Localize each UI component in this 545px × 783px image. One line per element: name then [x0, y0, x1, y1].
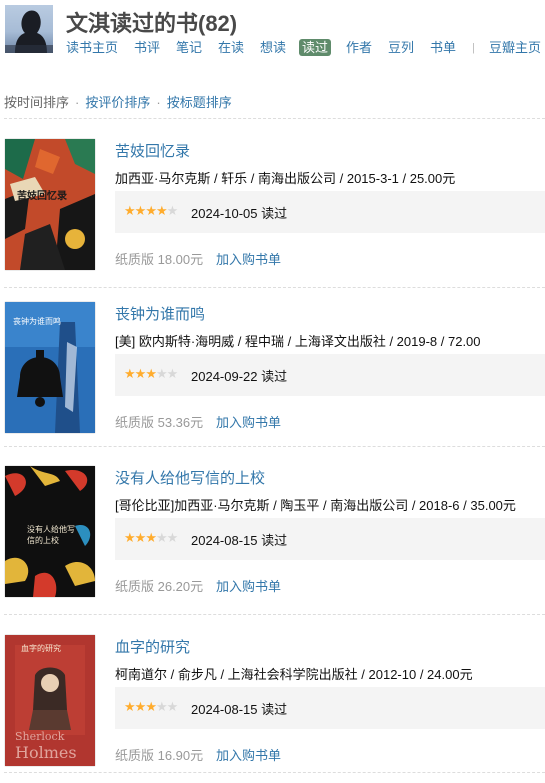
nav-item-home[interactable]: 读书主页 [66, 39, 118, 57]
sort-dot: · [156, 95, 161, 110]
paper-price: 纸质版 16.90元 [115, 748, 204, 763]
nav-item-booklists[interactable]: 书单 [430, 39, 456, 57]
add-to-booklist-link[interactable]: 加入购书单 [216, 249, 281, 268]
nav-item-notes[interactable]: 笔记 [176, 39, 202, 57]
nav-separator: | [472, 42, 475, 54]
book-title-link[interactable]: 血字的研究 [115, 636, 190, 657]
star-icon: ★ [134, 530, 147, 545]
star-rating: ★★★★★ [124, 698, 179, 716]
add-to-booklist-link[interactable]: 加入购书单 [216, 412, 281, 431]
nav-item-authors[interactable]: 作者 [346, 39, 372, 57]
sort-dot: · [75, 95, 80, 110]
page-header: 文淇读过的书(82) 读书主页 书评 笔记 在读 想读 读过 作者 豆列 书单 … [4, 4, 541, 64]
star-rating: ★★★★★ [124, 529, 179, 547]
book-title-link[interactable]: 苦妓回忆录 [115, 140, 190, 161]
star-icon: ★ [155, 366, 168, 381]
cover-sherlock-text: Sherlock [15, 730, 65, 743]
add-to-booklist-link[interactable]: 加入购书单 [216, 576, 281, 595]
star-icon: ★ [166, 203, 179, 218]
book-title-link[interactable]: 丧钟为谁而鸣 [115, 303, 205, 324]
star-icon: ★ [145, 366, 157, 381]
star-rating: ★★★★★ [124, 202, 179, 220]
sort-by-title-link[interactable]: 按标题排序 [167, 95, 232, 110]
star-icon: ★ [155, 203, 168, 218]
divider [4, 772, 545, 773]
rating-box: ★★★★★ 2024-08-15 读过 [115, 518, 545, 560]
cover-title-text: 苦妓回忆录 [17, 191, 67, 202]
rating-box: ★★★★★ 2024-08-15 读过 [115, 687, 545, 729]
cover-title-text: 丧钟为谁而鸣 [13, 317, 61, 326]
book-cover[interactable]: 没有人给他写信的上校 [5, 466, 95, 597]
book-title-link[interactable]: 没有人给他写信的上校 [115, 467, 265, 488]
nav-item-doulists[interactable]: 豆列 [388, 39, 414, 57]
read-date: 2024-08-15 读过 [191, 702, 288, 717]
cover-title-text: 血字的研究 [21, 644, 61, 653]
sort-bar: 按时间排序 · 按评价排序 · 按标题排序 [4, 92, 232, 111]
star-icon: ★ [145, 203, 157, 218]
star-icon: ★ [124, 366, 136, 381]
cover-title-text: 没有人给他写信的上校 [27, 525, 75, 545]
read-date: 2024-09-22 读过 [191, 369, 288, 384]
book-pub-info: [美] 欧内斯特·海明威 / 程中瑞 / 上海译文出版社 / 2019-8 / … [115, 334, 481, 349]
star-icon: ★ [166, 699, 179, 714]
star-icon: ★ [166, 530, 179, 545]
star-icon: ★ [134, 203, 147, 218]
avatar-silhouette-icon [5, 10, 53, 53]
book-item: 血字的研究 Sherlock Holmes 血字的研究 柯南道尔 / 俞步凡 /… [4, 615, 545, 783]
nav-item-wish[interactable]: 想读 [260, 39, 286, 57]
star-icon: ★ [155, 530, 168, 545]
book-pub-info: 柯南道尔 / 俞步凡 / 上海社会科学院出版社 / 2012-10 / 24.0… [115, 667, 473, 682]
nav-item-read[interactable]: 读过 [299, 39, 332, 56]
read-date: 2024-10-05 读过 [191, 206, 288, 221]
book-cover-art [5, 139, 95, 270]
paper-price: 纸质版 53.36元 [115, 415, 204, 430]
book-cover[interactable]: 丧钟为谁而鸣 [5, 302, 95, 433]
book-item: 苦妓回忆录 苦妓回忆录 加西亚·马尔克斯 / 轩乐 / 南海出版公司 / 201… [4, 119, 545, 287]
add-to-booklist-link[interactable]: 加入购书单 [216, 745, 281, 764]
rating-box: ★★★★★ 2024-09-22 读过 [115, 354, 545, 396]
page-title: 文淇读过的书(82) [66, 11, 238, 36]
star-icon: ★ [145, 530, 157, 545]
star-icon: ★ [124, 699, 136, 714]
read-date: 2024-08-15 读过 [191, 533, 288, 548]
nav-item-douban-home[interactable]: 豆瓣主页 [489, 39, 541, 57]
book-pub-info: [哥伦比亚]加西亚·马尔克斯 / 陶玉平 / 南海出版公司 / 2018-6 /… [115, 498, 516, 513]
cover-holmes-text: Holmes [15, 743, 77, 762]
star-rating: ★★★★★ [124, 365, 179, 383]
book-pub-info: 加西亚·马尔克斯 / 轩乐 / 南海出版公司 / 2015-3-1 / 25.0… [115, 171, 456, 186]
star-icon: ★ [155, 699, 168, 714]
paper-price: 纸质版 26.20元 [115, 579, 204, 594]
book-cover[interactable]: 血字的研究 Sherlock Holmes [5, 635, 95, 766]
star-icon: ★ [145, 699, 157, 714]
book-cover[interactable]: 苦妓回忆录 [5, 139, 95, 270]
nav-item-reading[interactable]: 在读 [218, 39, 244, 57]
nav-item-reviews[interactable]: 书评 [134, 39, 160, 57]
avatar[interactable] [5, 5, 53, 53]
book-item: 没有人给他写信的上校 没有人给他写信的上校 [哥伦比亚]加西亚·马尔克斯 / 陶… [4, 446, 545, 614]
star-icon: ★ [166, 366, 179, 381]
star-icon: ★ [124, 530, 136, 545]
rating-box: ★★★★★ 2024-10-05 读过 [115, 191, 545, 233]
sort-by-time: 按时间排序 [4, 95, 70, 110]
star-icon: ★ [134, 699, 147, 714]
book-item: 丧钟为谁而鸣 丧钟为谁而鸣 [美] 欧内斯特·海明威 / 程中瑞 / 上海译文出… [4, 282, 545, 450]
star-icon: ★ [134, 366, 147, 381]
sort-by-rating-link[interactable]: 按评价排序 [85, 95, 150, 110]
star-icon: ★ [124, 203, 136, 218]
paper-price: 纸质版 18.00元 [115, 252, 204, 267]
